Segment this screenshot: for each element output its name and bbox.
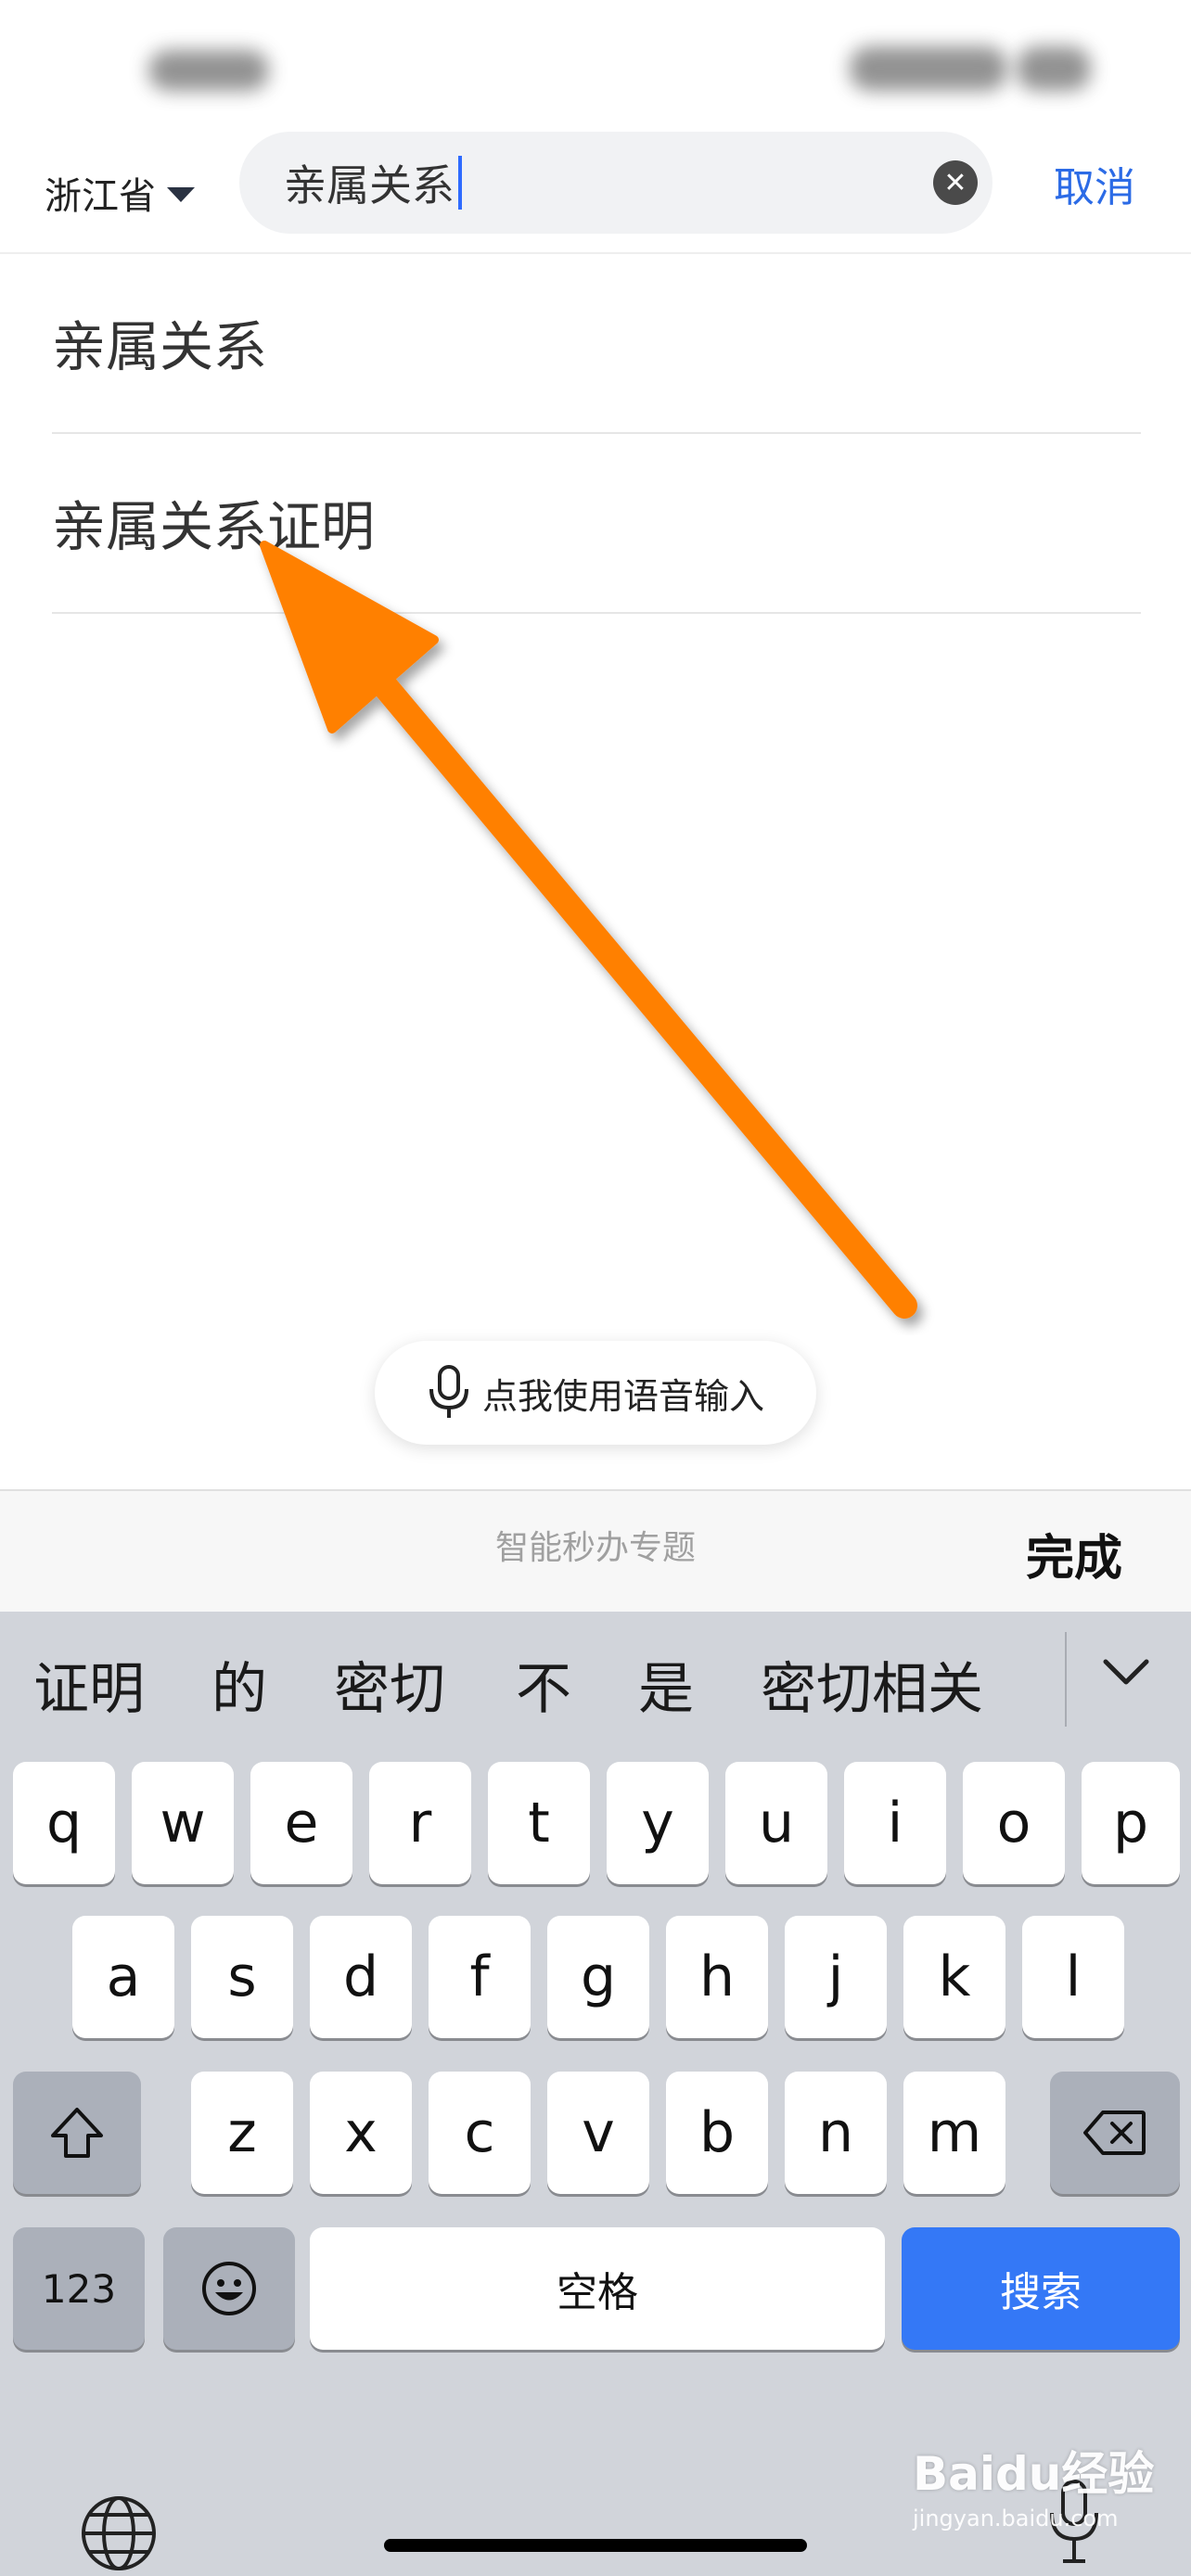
key-e[interactable]: e	[250, 1762, 352, 1884]
key-u[interactable]: u	[725, 1762, 827, 1884]
home-indicator	[384, 2539, 807, 2552]
backspace-icon	[1083, 2111, 1146, 2155]
numbers-key[interactable]: 123	[13, 2227, 145, 2350]
key-j[interactable]: j	[785, 1916, 887, 2038]
chevron-down-icon[interactable]	[1102, 1656, 1150, 1688]
key-y[interactable]: y	[607, 1762, 709, 1884]
candidate-divider	[1065, 1632, 1067, 1727]
microphone-icon	[429, 1365, 468, 1418]
key-f[interactable]: f	[429, 1916, 531, 2038]
key-k[interactable]: k	[903, 1916, 1005, 2038]
globe-icon[interactable]	[80, 2494, 158, 2572]
key-q[interactable]: q	[13, 1762, 115, 1884]
key-d[interactable]: d	[310, 1916, 412, 2038]
key-t[interactable]: t	[488, 1762, 590, 1884]
key-p[interactable]: p	[1082, 1762, 1180, 1884]
key-v[interactable]: v	[547, 2072, 649, 2194]
watermark-logo: Baidu经验	[913, 2447, 1155, 2501]
key-s[interactable]: s	[191, 1916, 293, 2038]
backspace-key[interactable]	[1050, 2072, 1180, 2194]
shift-key[interactable]	[13, 2072, 141, 2194]
key-h[interactable]: h	[666, 1916, 768, 2038]
candidate-word[interactable]: 证明	[33, 1651, 145, 1722]
smart-topic-label[interactable]: 智能秒办专题	[0, 1521, 1191, 1569]
watermark-url: jingyan.baidu.com	[913, 2506, 1119, 2531]
annotation-arrow	[260, 541, 917, 1319]
candidate-word[interactable]: 是	[638, 1651, 694, 1722]
voice-input-button[interactable]: 点我使用语音输入	[375, 1341, 816, 1445]
key-r[interactable]: r	[369, 1762, 471, 1884]
done-button[interactable]: 完成	[1026, 1519, 1122, 1588]
key-i[interactable]: i	[844, 1762, 946, 1884]
key-g[interactable]: g	[547, 1916, 649, 2038]
key-w[interactable]: w	[132, 1762, 234, 1884]
key-c[interactable]: c	[429, 2072, 531, 2194]
candidate-word[interactable]: 的	[211, 1651, 267, 1722]
key-l[interactable]: l	[1022, 1916, 1124, 2038]
candidate-word[interactable]: 不	[516, 1651, 571, 1722]
key-a[interactable]: a	[72, 1916, 174, 2038]
emoji-key[interactable]	[163, 2227, 295, 2350]
key-b[interactable]: b	[666, 2072, 768, 2194]
shift-arrow-icon	[51, 2108, 103, 2158]
emoji-icon	[202, 2262, 256, 2315]
candidate-word[interactable]: 密切	[334, 1651, 445, 1722]
key-z[interactable]: z	[191, 2072, 293, 2194]
key-o[interactable]: o	[963, 1762, 1065, 1884]
key-x[interactable]: x	[310, 2072, 412, 2194]
key-n[interactable]: n	[785, 2072, 887, 2194]
candidate-word[interactable]: 密切相关	[761, 1651, 983, 1722]
key-m[interactable]: m	[903, 2072, 1005, 2194]
space-key[interactable]: 空格	[310, 2227, 885, 2350]
search-key[interactable]: 搜索	[902, 2227, 1180, 2350]
voice-input-label: 点我使用语音输入	[481, 1375, 764, 1417]
